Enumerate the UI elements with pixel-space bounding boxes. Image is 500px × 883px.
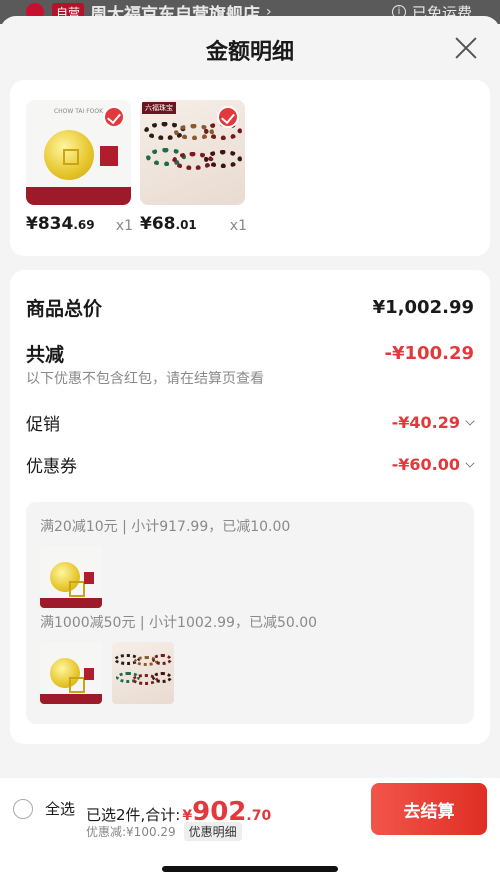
product-banner <box>40 598 102 608</box>
coupon-value: -¥60.00 <box>391 455 460 474</box>
select-all-label[interactable]: 全选 <box>45 798 75 819</box>
products-card: CHOW TAI FOOK ¥ 834 .69 x1 六福珠宝 ¥ 68 .01… <box>10 80 490 256</box>
promotion-row[interactable]: 促销 -¥40.29 <box>26 410 475 435</box>
currency-symbol: ¥ <box>140 214 152 234</box>
bracelet-graphic <box>152 654 172 665</box>
home-indicator <box>162 866 338 872</box>
promotion-label: 促销 <box>26 415 60 435</box>
close-icon[interactable] <box>454 36 478 60</box>
sheet-title: 金额明细 <box>205 40 294 65</box>
total-reduce-label: 共减 <box>26 344 65 366</box>
totals-card: 商品总价 ¥1,002.99 共减 -¥100.29 以下优惠不包含红包，请在结… <box>10 270 490 744</box>
gold-coin-graphic <box>50 562 85 597</box>
product-banner <box>26 187 131 205</box>
total-decimal: .70 <box>246 808 272 824</box>
discount-amount: 优惠减:¥100.29 <box>86 825 176 839</box>
selected-check-icon <box>103 106 125 128</box>
coupon-detail-panel: 满20减10元 | 小计917.99，已减10.00 满1000减50元 | 小… <box>26 502 474 724</box>
price-decimal: .01 <box>175 218 197 232</box>
price-integer: 834 <box>37 214 74 234</box>
coupon-value-wrap: -¥60.00 <box>391 455 475 474</box>
product-item[interactable]: CHOW TAI FOOK ¥ 834 .69 x1 <box>26 100 133 234</box>
coupon-label: 优惠券 <box>26 457 77 477</box>
total-price-value: ¥1,002.99 <box>372 297 474 318</box>
total-price-row: 商品总价 ¥1,002.99 <box>26 294 474 321</box>
gold-coin-graphic <box>50 658 85 693</box>
gold-coin-graphic <box>44 130 94 180</box>
product-qty: x1 <box>229 218 247 234</box>
total-reduce-row: 共减 -¥100.29 <box>26 340 474 367</box>
bracelet-label: 六福珠宝 <box>142 102 176 114</box>
discount-note: 以下优惠不包含红包，请在结算页查看 <box>26 371 264 387</box>
product-thumbnail <box>112 642 174 704</box>
gift-box-graphic <box>100 146 118 166</box>
chevron-down-icon[interactable] <box>465 457 475 468</box>
product-image-gold-coin[interactable]: CHOW TAI FOOK <box>26 100 131 205</box>
product-banner <box>40 694 102 704</box>
checkout-button[interactable]: 去结算 <box>371 783 487 835</box>
promotion-value-wrap: -¥40.29 <box>391 413 475 432</box>
bracelet-graphic <box>204 150 242 168</box>
total-price-label: 商品总价 <box>26 298 103 320</box>
product-thumbnail <box>40 546 102 608</box>
promotion-value: -¥40.29 <box>391 413 460 432</box>
coupon-rule-2: 满1000减50元 | 小计1002.99，已减50.00 <box>40 615 318 631</box>
coupon-row[interactable]: 优惠券 -¥60.00 <box>26 452 475 477</box>
coupon-rule-1: 满20减10元 | 小计917.99，已减10.00 <box>40 519 291 535</box>
price-integer: 68 <box>151 214 176 234</box>
product-thumbnail <box>40 642 102 704</box>
chevron-down-icon[interactable] <box>465 415 475 426</box>
product-item[interactable]: 六福珠宝 ¥ 68 .01 x1 <box>140 100 247 234</box>
selected-check-icon <box>217 106 239 128</box>
gift-box-graphic <box>84 572 94 584</box>
total-reduce-value: -¥100.29 <box>384 343 474 364</box>
product-image-bracelet[interactable]: 六福珠宝 <box>140 100 245 205</box>
discount-detail-button[interactable]: 优惠明细 <box>183 822 242 841</box>
discount-summary: 优惠减:¥100.29 优惠明细 <box>86 822 242 841</box>
gift-box-graphic <box>84 668 94 680</box>
checkout-bar: 全选 已选2件,合计: ¥ 902 .70 优惠减:¥100.29 优惠明细 去… <box>0 778 500 883</box>
amount-detail-sheet: 金额明细 CHOW TAI FOOK ¥ 834 .69 x1 六福珠宝 ¥ 6… <box>0 16 500 883</box>
currency-symbol: ¥ <box>26 214 38 234</box>
bracelet-graphic <box>152 672 172 683</box>
select-all-radio[interactable] <box>13 799 33 819</box>
price-decimal: .69 <box>73 218 95 232</box>
product-qty: x1 <box>115 218 133 234</box>
